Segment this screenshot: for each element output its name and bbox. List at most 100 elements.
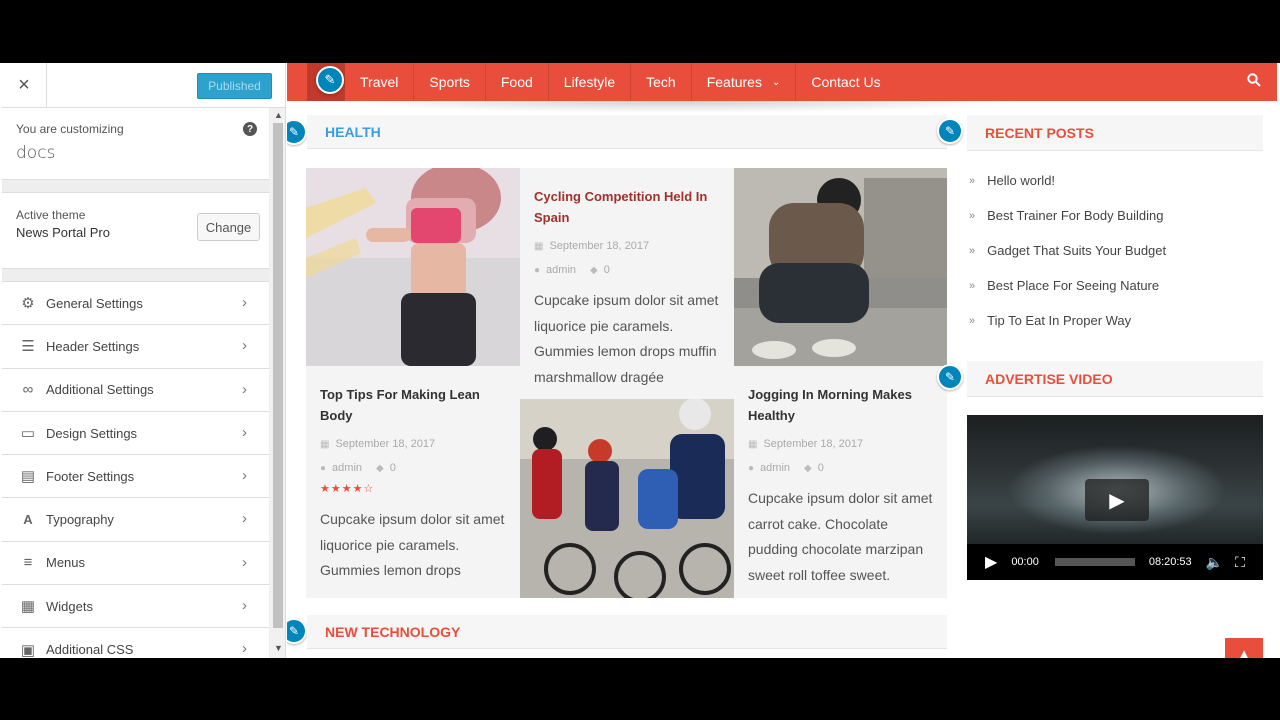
recent-post-item[interactable]: » Best Trainer For Body Building bbox=[967, 198, 1263, 233]
nav-shadow bbox=[327, 101, 1027, 113]
video-player[interactable]: ▶ ▶ 00:00 08:20:53 🔈 ⛶ bbox=[967, 415, 1263, 580]
chevron-right-icon: › bbox=[242, 467, 247, 485]
rating-stars: ★★★★☆ bbox=[320, 483, 375, 495]
double-chevron-icon: » bbox=[969, 209, 976, 222]
search-icon[interactable] bbox=[1247, 73, 1261, 91]
link-icon: ∞ bbox=[22, 381, 34, 399]
post-date: ▦ September 18, 2017 bbox=[534, 240, 650, 252]
comment-icon: ◆ bbox=[804, 462, 812, 474]
menu-menus[interactable]: ≡ Menus › bbox=[2, 542, 269, 586]
menu-icon: ≡ bbox=[23, 554, 33, 572]
menu-general-settings[interactable]: ⚙ General Settings › bbox=[2, 282, 269, 326]
menu-widgets[interactable]: ▦ Widgets › bbox=[2, 585, 269, 629]
chevron-right-icon: › bbox=[242, 510, 247, 528]
edit-pencil-icon[interactable]: ✎ bbox=[287, 618, 307, 644]
edit-pencil-icon[interactable]: ✎ bbox=[937, 118, 963, 144]
edit-pencil-icon[interactable]: ✎ bbox=[287, 119, 307, 145]
menu-label: Menus bbox=[46, 555, 86, 571]
chevron-right-icon: › bbox=[242, 640, 247, 658]
recent-post-item[interactable]: » Hello world! bbox=[967, 163, 1263, 198]
post-comments[interactable]: 0 bbox=[390, 462, 396, 474]
monitor-icon: ▭ bbox=[20, 425, 36, 443]
header-icon: ☰ bbox=[21, 338, 35, 356]
chevron-right-icon: › bbox=[242, 553, 247, 571]
typography-icon: A bbox=[23, 512, 33, 528]
menu-footer-settings[interactable]: ▤ Footer Settings › bbox=[2, 455, 269, 499]
scroll-to-top-button[interactable]: ▲ bbox=[1225, 638, 1263, 658]
active-theme-section: Active theme News Portal Pro Change bbox=[2, 192, 269, 269]
edit-pencil-icon[interactable]: ✎ bbox=[316, 66, 344, 94]
customizer-header: × Published bbox=[2, 63, 285, 108]
post-title[interactable]: Jogging In Morning Makes Healthy bbox=[748, 384, 933, 426]
volume-icon[interactable]: 🔈 bbox=[1206, 554, 1223, 571]
post-comments[interactable]: 0 bbox=[818, 462, 824, 474]
customizer-panel: × Published You are customizing docs ? A… bbox=[2, 63, 286, 658]
menu-design-settings[interactable]: ▭ Design Settings › bbox=[2, 412, 269, 456]
post-author[interactable]: admin bbox=[332, 462, 362, 474]
post-excerpt: Cupcake ipsum dolor sit amet liquorice p… bbox=[534, 292, 719, 385]
css-icon: ▣ bbox=[20, 641, 36, 658]
nav-item-food[interactable]: Food bbox=[486, 63, 549, 101]
recent-posts-list: » Hello world! » Best Trainer For Body Bui… bbox=[967, 163, 1263, 338]
post-comments[interactable]: 0 bbox=[604, 264, 610, 276]
recent-post-item[interactable]: » Best Place For Seeing Nature bbox=[967, 268, 1263, 303]
edit-pencil-icon[interactable]: ✎ bbox=[937, 364, 963, 390]
scroll-down-icon[interactable]: ▼ bbox=[274, 643, 283, 653]
post-card-lean-body: Top Tips For Making Lean Body ▦ September… bbox=[306, 384, 520, 584]
recent-post-item[interactable]: » Gadget That Suits Your Budget bbox=[967, 233, 1263, 268]
menu-additional-css[interactable]: ▣ Additional CSS › bbox=[2, 628, 269, 658]
double-chevron-icon: » bbox=[969, 244, 976, 257]
fullscreen-icon[interactable]: ⛶ bbox=[1235, 554, 1245, 571]
customizing-info: You are customizing docs ? bbox=[2, 108, 269, 180]
post-image-cycling[interactable] bbox=[520, 399, 734, 598]
menu-typography[interactable]: A Typography › bbox=[2, 498, 269, 542]
nav-item-lifestyle[interactable]: Lifestyle bbox=[549, 63, 632, 101]
nav-item-tech[interactable]: Tech bbox=[631, 63, 692, 101]
recent-post-item[interactable]: » Tip To Eat In Proper Way bbox=[967, 303, 1263, 338]
customizer-scrollbar[interactable]: ▲ ▼ bbox=[270, 108, 285, 658]
menu-additional-settings[interactable]: ∞ Additional Settings › bbox=[2, 369, 269, 412]
post-title[interactable]: Cycling Competition Held In Spain bbox=[534, 186, 720, 228]
post-card-jogging: Jogging In Morning Makes Healthy ▦ Septem… bbox=[734, 384, 947, 588]
nav-item-features[interactable]: Features ⌄ bbox=[692, 63, 797, 101]
site-preview: Travel Sports Food Lifestyle Tech Featur… bbox=[287, 63, 1280, 658]
help-icon[interactable]: ? bbox=[243, 122, 257, 136]
calendar-icon: ▦ bbox=[748, 438, 758, 450]
menu-label: General Settings bbox=[46, 295, 143, 311]
comment-icon: ◆ bbox=[376, 462, 384, 474]
close-icon[interactable]: × bbox=[2, 63, 47, 108]
menu-label: Additional CSS bbox=[46, 642, 134, 658]
nav-items: Travel Sports Food Lifestyle Tech Featur… bbox=[345, 63, 896, 101]
post-author[interactable]: admin bbox=[546, 264, 576, 276]
menu-label: Design Settings bbox=[46, 425, 138, 441]
post-meta: ● admin ◆ 0 bbox=[748, 462, 933, 474]
gear-icon: ⚙ bbox=[21, 295, 35, 313]
customizer-menu: ⚙ General Settings › ☰ Header Settings ›… bbox=[2, 281, 269, 658]
post-image-lean-body[interactable] bbox=[306, 168, 520, 366]
video-progress-bar[interactable] bbox=[1054, 558, 1135, 566]
video-duration: 08:20:53 bbox=[1148, 556, 1192, 568]
post-title[interactable]: Top Tips For Making Lean Body bbox=[320, 384, 506, 426]
main-navigation: Travel Sports Food Lifestyle Tech Featur… bbox=[287, 63, 1277, 101]
nav-item-contact[interactable]: Contact Us bbox=[796, 63, 895, 101]
published-button[interactable]: Published bbox=[197, 73, 272, 99]
widgets-icon: ▦ bbox=[20, 598, 36, 616]
menu-header-settings[interactable]: ☰ Header Settings › bbox=[2, 325, 269, 369]
nav-item-sports[interactable]: Sports bbox=[414, 63, 486, 101]
play-overlay-icon[interactable]: ▶ bbox=[1085, 479, 1149, 521]
chevron-right-icon: › bbox=[242, 294, 247, 311]
scroll-up-icon[interactable]: ▲ bbox=[274, 110, 283, 120]
section-title-technology: NEW TECHNOLOGY bbox=[307, 615, 947, 649]
menu-label: Additional Settings bbox=[46, 382, 154, 398]
recent-posts-title: RECENT POSTS bbox=[967, 115, 1263, 151]
post-meta: ● admin ◆ 0 bbox=[320, 462, 506, 474]
scrollbar-thumb[interactable] bbox=[273, 123, 283, 628]
change-theme-button[interactable]: Change bbox=[197, 213, 260, 241]
play-icon[interactable]: ▶ bbox=[985, 552, 997, 572]
nav-item-travel[interactable]: Travel bbox=[345, 63, 415, 101]
post-author[interactable]: admin bbox=[760, 462, 790, 474]
section-title-health: HEALTH bbox=[307, 115, 947, 149]
site-name: docs bbox=[16, 143, 56, 163]
post-image-jogging[interactable] bbox=[734, 168, 947, 366]
chevron-up-icon: ▲ bbox=[1237, 645, 1251, 659]
